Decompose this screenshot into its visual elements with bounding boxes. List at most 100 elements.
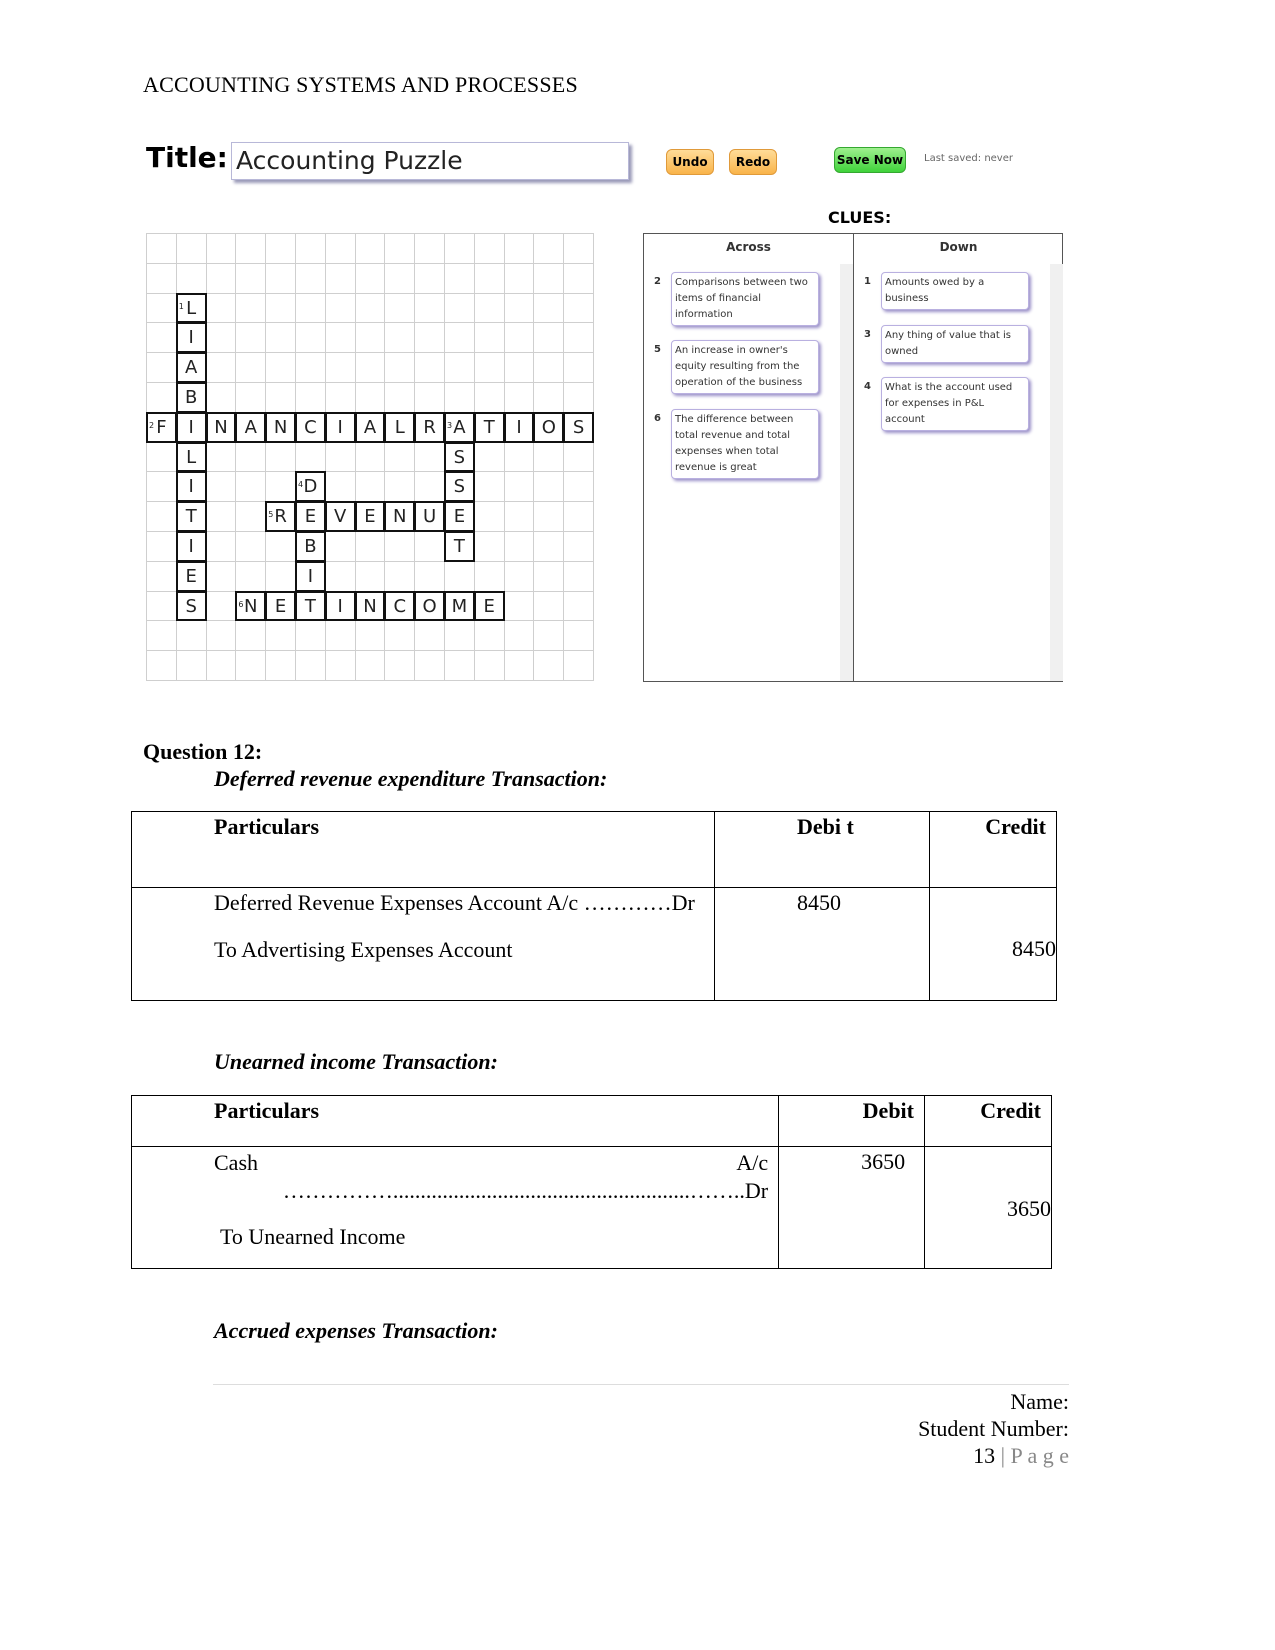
crossword-blank[interactable]: . <box>384 561 415 592</box>
crossword-letter[interactable]: N <box>205 411 237 443</box>
crossword-blank[interactable]: . <box>265 620 296 651</box>
crossword-blank[interactable]: . <box>146 382 177 413</box>
crossword-letter[interactable]: T <box>295 590 326 622</box>
crossword-blank[interactable]: . <box>355 382 386 413</box>
crossword-blank[interactable]: . <box>533 531 564 562</box>
crossword-blank[interactable]: . <box>444 233 475 264</box>
crossword-blank[interactable]: . <box>414 233 445 264</box>
crossword-blank[interactable]: . <box>384 442 415 473</box>
crossword-blank[interactable]: . <box>504 561 535 592</box>
crossword-letter[interactable]: I <box>175 471 207 503</box>
crossword-letter[interactable]: O <box>414 590 445 622</box>
crossword-blank[interactable]: . <box>265 650 296 681</box>
crossword-blank[interactable]: . <box>146 352 177 383</box>
crossword-blank[interactable]: . <box>414 650 445 681</box>
crossword-blank[interactable]: . <box>355 442 386 473</box>
crossword-blank[interactable]: . <box>325 293 356 324</box>
crossword-letter[interactable]: A <box>444 411 475 443</box>
crossword-blank[interactable]: . <box>146 561 177 592</box>
crossword-blank[interactable]: . <box>206 352 237 383</box>
crossword-blank[interactable]: . <box>265 352 296 383</box>
crossword-blank[interactable]: . <box>414 561 445 592</box>
crossword-letter[interactable]: I <box>324 590 356 622</box>
crossword-letter[interactable]: E <box>265 590 296 622</box>
crossword-blank[interactable]: . <box>563 382 594 413</box>
crossword-blank[interactable]: . <box>206 233 237 264</box>
crossword-letter[interactable]: B <box>175 382 207 413</box>
crossword-blank[interactable]: . <box>563 442 594 473</box>
crossword-blank[interactable]: . <box>146 501 177 532</box>
crossword-letter[interactable]: V <box>324 501 356 532</box>
crossword-blank[interactable]: . <box>295 322 326 353</box>
crossword-blank[interactable]: . <box>474 442 505 473</box>
crossword-blank[interactable]: . <box>563 620 594 651</box>
crossword-blank[interactable]: . <box>384 531 415 562</box>
crossword-blank[interactable]: . <box>384 263 415 294</box>
crossword-blank[interactable]: . <box>504 591 535 622</box>
crossword-blank[interactable]: . <box>265 233 296 264</box>
crossword-blank[interactable]: . <box>563 531 594 562</box>
crossword-blank[interactable]: . <box>206 263 237 294</box>
crossword-blank[interactable]: . <box>533 352 564 383</box>
crossword-blank[interactable]: . <box>295 352 326 383</box>
crossword-blank[interactable]: . <box>384 322 415 353</box>
crossword-blank[interactable]: . <box>325 561 356 592</box>
crossword-blank[interactable]: . <box>384 471 415 502</box>
crossword-blank[interactable]: . <box>414 293 445 324</box>
crossword-blank[interactable]: . <box>414 531 445 562</box>
crossword-blank[interactable]: . <box>206 620 237 651</box>
across-scrollbar[interactable] <box>840 264 853 681</box>
crossword-blank[interactable]: . <box>474 263 505 294</box>
grid-row[interactable]: .I...D....S.... <box>146 471 593 503</box>
crossword-blank[interactable]: . <box>265 442 296 473</box>
crossword-blank[interactable]: . <box>504 501 535 532</box>
crossword-letter[interactable]: R <box>265 501 296 532</box>
crossword-blank[interactable]: . <box>355 322 386 353</box>
grid-row[interactable]: .T..REVENUE.... <box>146 501 593 532</box>
crossword-letter[interactable]: A <box>235 411 267 443</box>
crossword-blank[interactable]: . <box>146 650 177 681</box>
crossword-blank[interactable]: . <box>295 442 326 473</box>
crossword-blank[interactable]: . <box>235 561 266 592</box>
crossword-blank[interactable]: . <box>206 501 237 532</box>
crossword-blank[interactable]: . <box>355 233 386 264</box>
crossword-blank[interactable]: . <box>474 471 505 502</box>
grid-row[interactable]: ............... <box>146 650 593 681</box>
crossword-blank[interactable]: . <box>355 352 386 383</box>
crossword-blank[interactable]: . <box>474 531 505 562</box>
crossword-blank[interactable]: . <box>355 471 386 502</box>
crossword-blank[interactable]: . <box>414 471 445 502</box>
crossword-blank[interactable]: . <box>384 620 415 651</box>
crossword-blank[interactable]: . <box>384 382 415 413</box>
crossword-blank[interactable]: . <box>504 263 535 294</box>
crossword-blank[interactable]: . <box>235 531 266 562</box>
crossword-letter[interactable]: E <box>175 560 207 592</box>
grid-row[interactable]: .L............. <box>146 292 593 324</box>
crossword-letter[interactable]: N <box>265 411 296 443</box>
crossword-blank[interactable]: . <box>533 501 564 532</box>
crossword-letter[interactable]: B <box>295 531 326 562</box>
crossword-blank[interactable]: . <box>504 352 535 383</box>
crossword-blank[interactable]: . <box>206 293 237 324</box>
crossword-blank[interactable]: . <box>504 471 535 502</box>
crossword-blank[interactable]: . <box>325 442 356 473</box>
crossword-blank[interactable]: . <box>533 442 564 473</box>
grid-row[interactable]: .B............. <box>146 382 593 413</box>
crossword-letter[interactable]: N <box>235 590 267 622</box>
crossword-blank[interactable]: . <box>504 531 535 562</box>
crossword-blank[interactable]: . <box>206 322 237 353</box>
crossword-letter[interactable]: N <box>384 501 416 532</box>
crossword-blank[interactable]: . <box>504 442 535 473</box>
crossword-blank[interactable]: . <box>235 293 266 324</box>
crossword-letter[interactable]: E <box>444 501 475 532</box>
crossword-blank[interactable]: . <box>563 561 594 592</box>
grid-row[interactable]: .I............. <box>146 322 593 354</box>
crossword-blank[interactable]: . <box>325 471 356 502</box>
crossword-blank[interactable]: . <box>235 263 266 294</box>
crossword-blank[interactable]: . <box>414 620 445 651</box>
crossword-blank[interactable]: . <box>444 293 475 324</box>
crossword-blank[interactable]: . <box>295 233 326 264</box>
crossword-blank[interactable]: . <box>235 382 266 413</box>
crossword-letter[interactable]: S <box>175 590 207 622</box>
crossword-blank[interactable]: . <box>444 382 475 413</box>
